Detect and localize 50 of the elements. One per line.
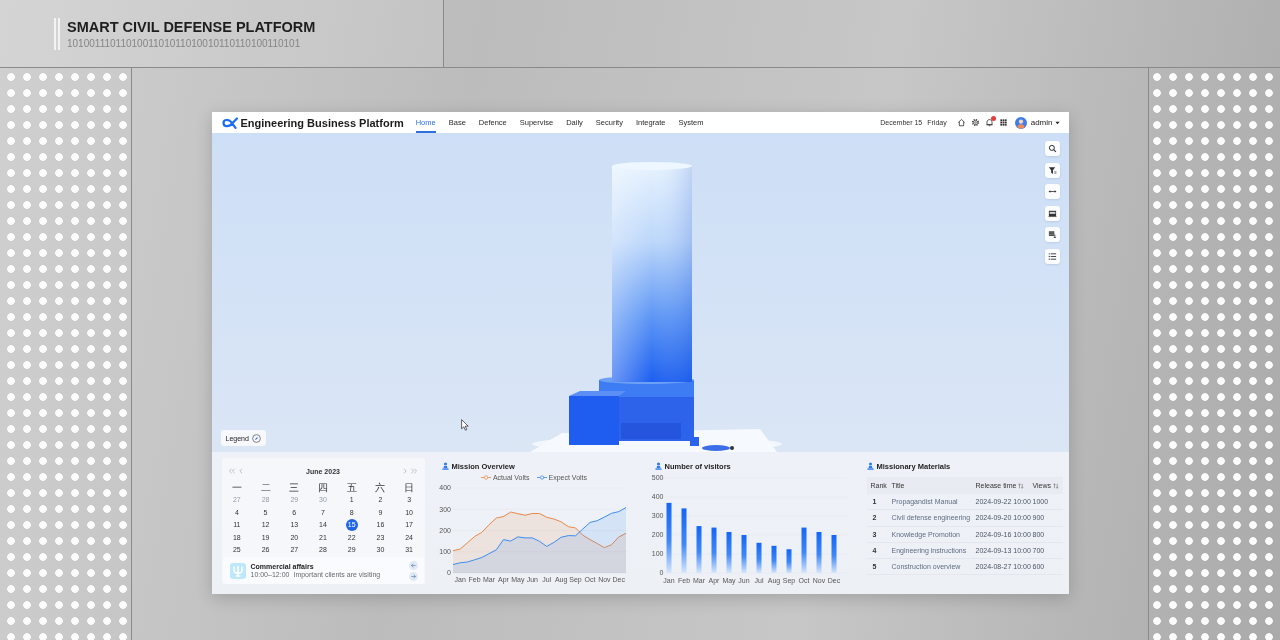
arrow-left-icon [409,561,417,569]
weekday-label: 二 [260,481,271,493]
bell-icon[interactable] [984,118,994,127]
bar [681,508,686,573]
weekday-label: 五 [346,481,357,493]
toolbar-button[interactable] [1044,141,1060,156]
bar [711,527,716,573]
bar [771,545,776,573]
avatar-icon[interactable] [1014,116,1027,129]
bar [726,531,731,573]
toolbar-button[interactable] [1044,162,1060,178]
caret-icon[interactable] [1054,120,1060,125]
platform-title: SMART CIVIL DEFENSE PLATFORM [67,17,316,36]
bar [816,531,821,573]
bar [801,527,806,573]
bar [756,542,761,573]
search-icon [1047,144,1057,153]
cursor-icon [460,419,469,431]
app-title: Engineering Business Platform [240,116,404,129]
logo-icon [221,116,238,129]
weekday-label: 三 [289,481,300,493]
toolbar-button[interactable] [1044,184,1060,199]
grid-icon[interactable] [998,118,1008,127]
table-arrow-icon [1047,230,1057,239]
trident-icon [229,562,246,579]
bar [786,549,791,573]
bar [696,526,701,573]
person-icon [441,462,449,470]
screen-icon [1047,208,1057,218]
toolbar-button[interactable] [1044,248,1060,264]
arrow-right-icon [409,572,417,580]
user-name[interactable]: admin [1030,118,1053,127]
list-icon [1047,251,1057,261]
title-accent-drawing [54,17,60,50]
settings-icon[interactable] [970,118,980,127]
bar [741,535,746,573]
toolbar-button[interactable] [1044,227,1060,242]
compass-icon [251,433,261,443]
person-icon [654,462,662,470]
weekday-label: 一 [231,481,242,493]
weekday-label: 日 [404,481,415,493]
person-icon [866,462,874,470]
filter-icon [1047,165,1057,175]
weekday-label: 六 [375,481,386,493]
bar [666,502,671,573]
bar [831,535,836,573]
home-icon[interactable] [956,118,966,127]
weekday-label: 四 [318,481,328,493]
binary-code-text: 1010011101101001101011010010110110100110101 [67,36,302,50]
toolbar-button[interactable] [1044,205,1060,221]
